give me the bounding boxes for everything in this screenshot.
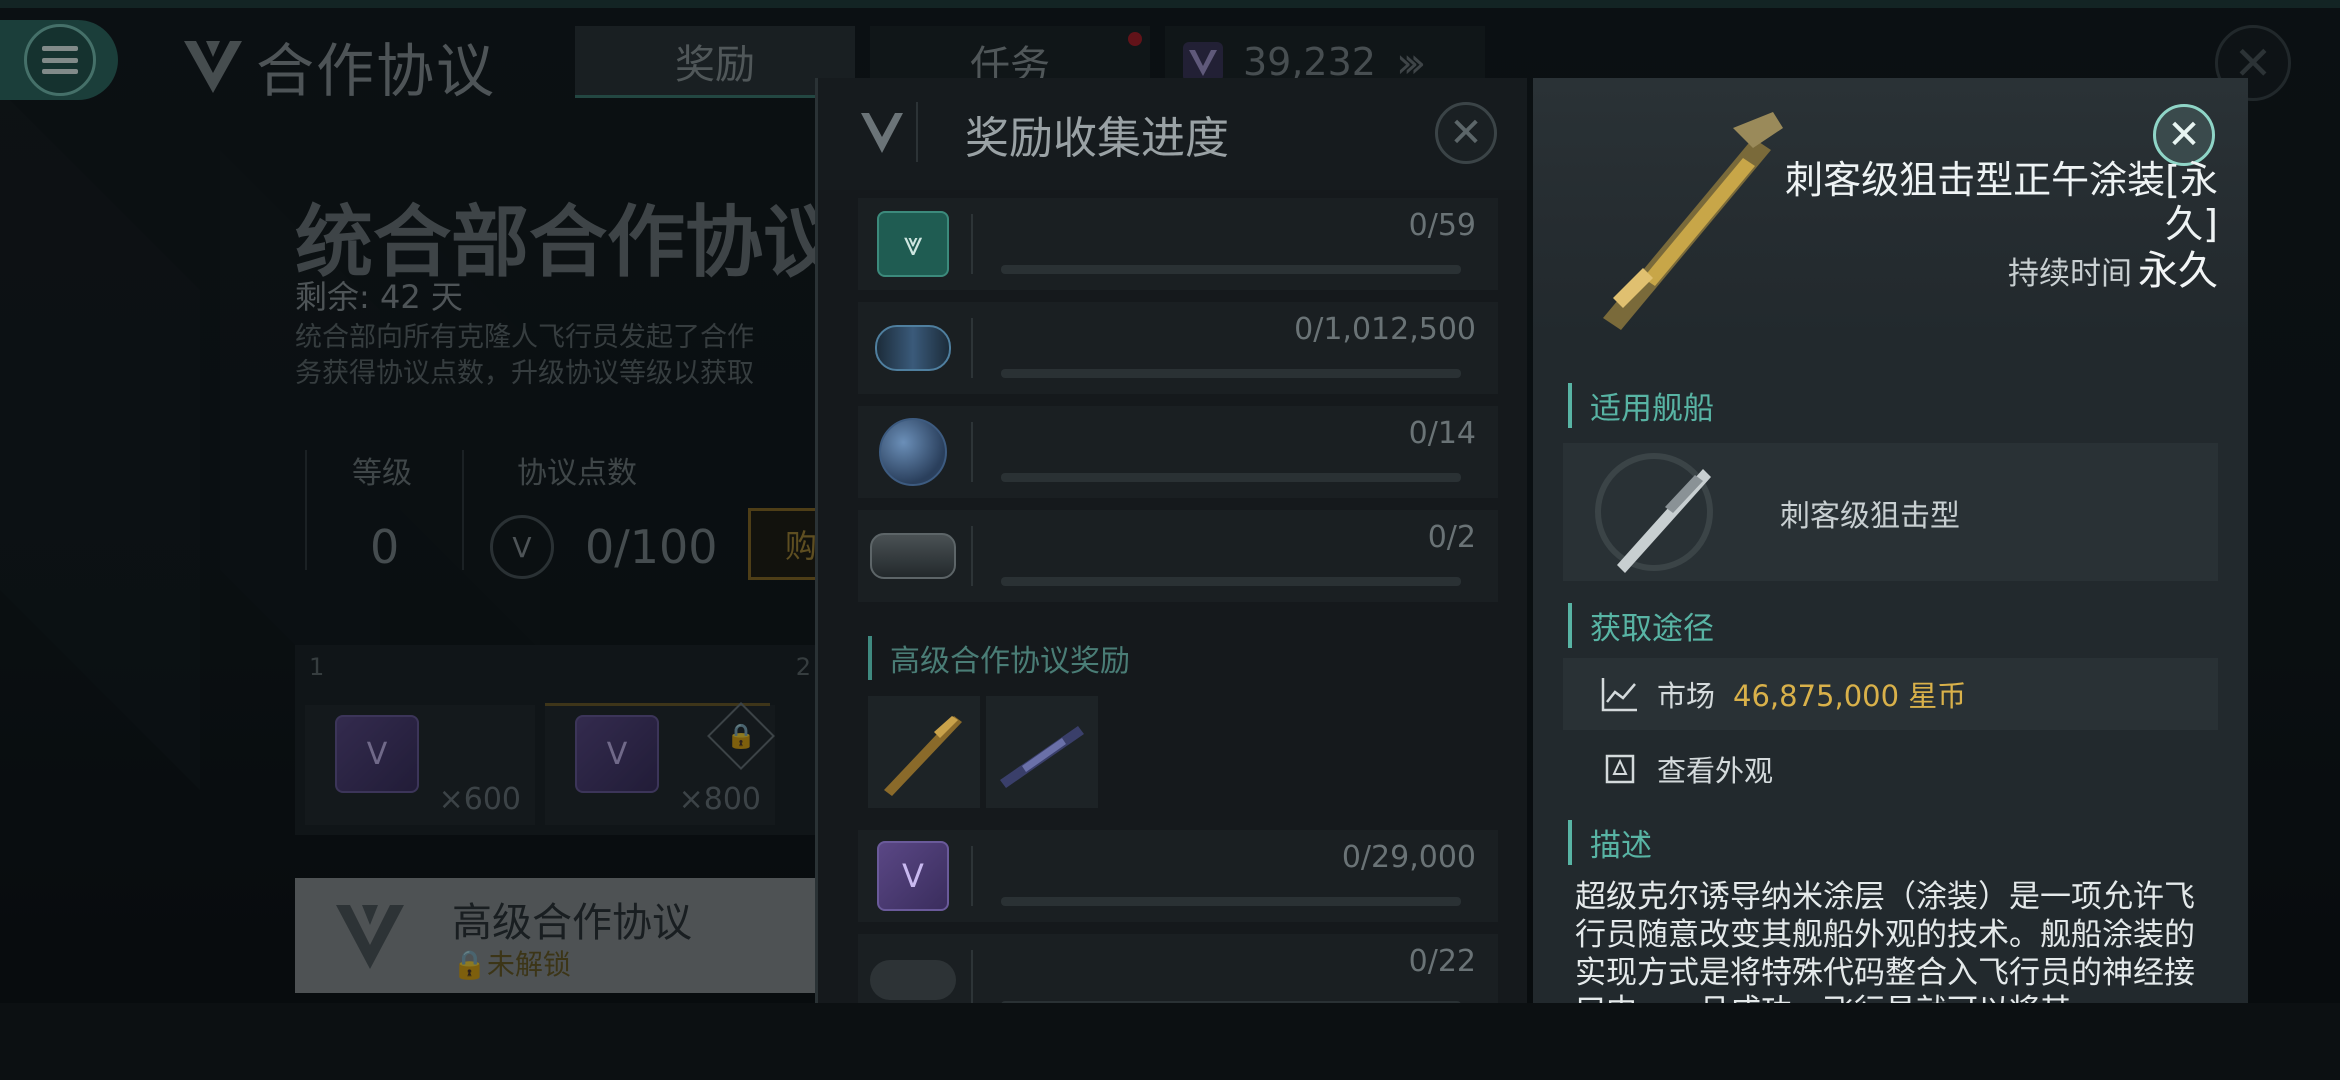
- reward-progress-panel: 奖励收集进度 ✕ ⩔ 0/59 0/1,012,500 0/14 0/2 高级合…: [815, 78, 1527, 1003]
- bottom-letterbox: [0, 1003, 2340, 1080]
- section-title-description: 描述: [1568, 820, 1652, 865]
- chip-icon: [870, 520, 956, 592]
- market-row[interactable]: 市场 46,875,000 星币: [1563, 658, 2218, 730]
- section-title-source: 获取途径: [1568, 603, 1714, 648]
- view-appearance-icon: [1605, 754, 1635, 784]
- ship-skin-icon: [1000, 726, 1084, 788]
- divider: [971, 526, 973, 586]
- divider: [971, 422, 973, 482]
- ship-icon: [1617, 469, 1711, 573]
- divider: [971, 846, 973, 906]
- panel-title: 奖励收集进度: [965, 113, 1229, 164]
- section-title-ship: 适用舰船: [1568, 383, 1714, 428]
- shield-token-icon: ⩔: [870, 208, 956, 280]
- applicable-ship-card[interactable]: 刺客级狙击型: [1563, 443, 2218, 581]
- divider: [971, 318, 973, 378]
- progress-row: ⩔ 0/59: [858, 198, 1498, 290]
- progress-bar: [1001, 473, 1461, 482]
- progress-value: 0/22: [1408, 944, 1476, 979]
- divider: [971, 214, 973, 274]
- item-detail-panel: ✕ 刺客级狙击型正午涂装[永久] 持续时间 永久 适用舰船 刺客级狙击型 获取途…: [1533, 78, 2248, 1003]
- item-description: 超级克尔诱导纳米涂层（涂装）是一项允许飞行员随意改变其舰船外观的技术。舰船涂装的…: [1575, 879, 2195, 1003]
- progress-row: 0/2: [858, 510, 1498, 602]
- item-name: 刺客级狙击型正午涂装[永久]: [1785, 158, 2218, 246]
- section-title: 高级合作协议奖励: [868, 636, 1130, 680]
- progress-value: 0/29,000: [1341, 840, 1476, 875]
- market-chart-icon: [1601, 678, 1637, 712]
- close-icon[interactable]: ✕: [2153, 104, 2215, 166]
- divider: [971, 950, 973, 1003]
- ship-name: 刺客级狙击型: [1780, 499, 1960, 534]
- progress-value: 0/59: [1408, 208, 1476, 243]
- sphere-icon: [870, 416, 956, 488]
- market-label: 市场: [1657, 679, 1716, 713]
- view-appearance-row[interactable]: 查看外观: [1563, 733, 2218, 805]
- progress-value: 0/2: [1427, 520, 1476, 555]
- progress-row: 0/22: [858, 934, 1498, 1003]
- progress-bar: [1001, 577, 1461, 586]
- progress-row: V 0/29,000: [858, 830, 1498, 922]
- duration-value: 永久: [2138, 248, 2218, 294]
- duration: 持续时间 永久: [2008, 238, 2218, 296]
- progress-bar: [1001, 369, 1461, 378]
- rock-icon: [870, 944, 956, 1003]
- purple-token-icon: V: [870, 840, 956, 912]
- skin-reward-tile[interactable]: [868, 696, 980, 808]
- protocol-emblem-icon: [848, 102, 918, 162]
- progress-value: 0/14: [1408, 416, 1476, 451]
- progress-bar: [1001, 265, 1461, 274]
- progress-bar: [1001, 897, 1461, 906]
- progress-row: 0/14: [858, 406, 1498, 498]
- sniper-skin-icon: [884, 716, 962, 796]
- view-appearance-label: 查看外观: [1657, 754, 1774, 788]
- progress-value: 0/1,012,500: [1294, 312, 1476, 347]
- panel-header: 奖励收集进度 ✕: [818, 78, 1527, 190]
- close-icon[interactable]: ✕: [1435, 102, 1497, 164]
- canister-icon: [870, 312, 956, 384]
- skin-reward-tile[interactable]: [986, 696, 1098, 808]
- progress-row: 0/1,012,500: [858, 302, 1498, 394]
- duration-label: 持续时间: [2008, 256, 2132, 292]
- market-price: 46,875,000 星币: [1733, 679, 1967, 713]
